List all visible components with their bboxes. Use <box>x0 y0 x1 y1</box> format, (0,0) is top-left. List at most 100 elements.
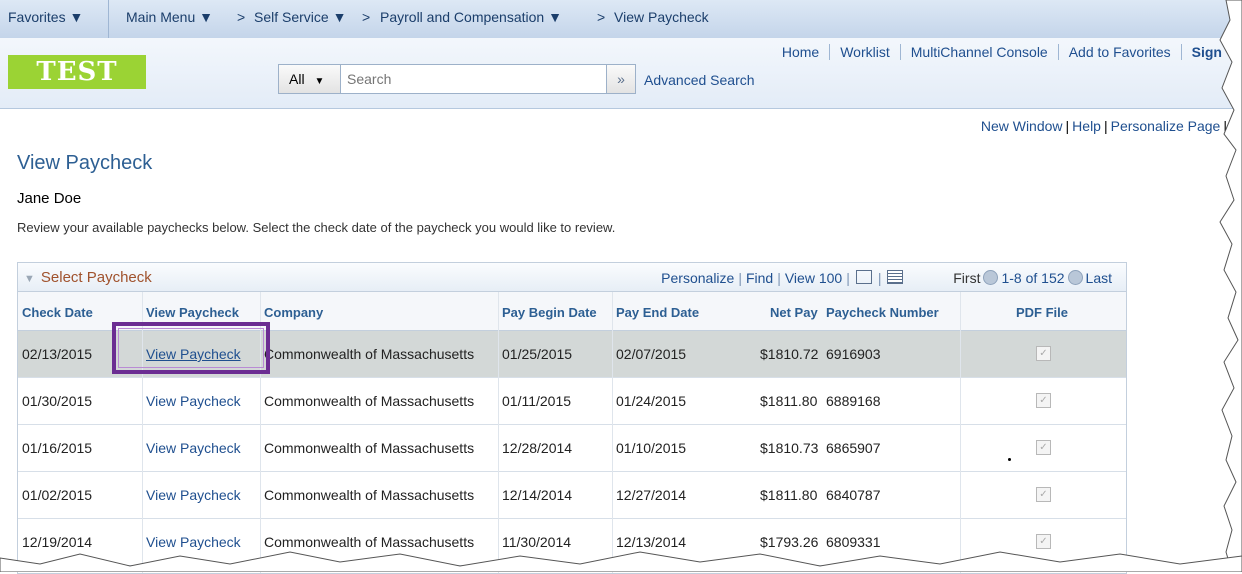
grid-title[interactable]: ▼ Select Paycheck <box>24 269 152 286</box>
col-net-pay[interactable]: Net Pay <box>770 305 818 320</box>
paycheck-number: 6916903 <box>826 346 881 362</box>
pdf-checkbox: ✓ <box>1036 487 1051 502</box>
col-company[interactable]: Company <box>264 305 323 320</box>
last-link[interactable]: Last <box>1086 270 1112 286</box>
search-scope-select[interactable]: All ▼ <box>279 65 341 93</box>
pay-begin-date: 01/25/2015 <box>502 346 573 362</box>
view-paycheck-link[interactable]: View Paycheck <box>146 487 241 503</box>
divider: | <box>846 270 850 286</box>
advanced-search-link[interactable]: Advanced Search <box>644 72 755 88</box>
search-go-button[interactable]: » <box>606 65 635 93</box>
col-pay-end[interactable]: Pay End Date <box>616 305 699 320</box>
col-pdf-file[interactable]: PDF File <box>1016 305 1068 320</box>
search-box: All ▼ » <box>278 64 636 94</box>
grid-find-link[interactable]: Find <box>746 270 773 286</box>
chevron-down-icon: ▼ <box>332 9 347 25</box>
search-input[interactable] <box>345 68 603 90</box>
highlight-annotation <box>112 322 270 374</box>
favorites-menu[interactable]: Favorites ▼ <box>8 9 83 25</box>
page-title: View Paycheck <box>17 152 153 174</box>
pay-begin-date: 01/11/2015 <box>502 393 572 409</box>
grid-personalize-link[interactable]: Personalize <box>661 270 734 286</box>
grid-view100-link[interactable]: View 100 <box>785 270 842 286</box>
breadcrumb-current: View Paycheck <box>614 9 709 25</box>
check-date: 01/02/2015 <box>22 487 93 503</box>
instructions-text: Review your available paychecks below. S… <box>17 220 616 235</box>
pdf-checkbox: ✓ <box>1036 393 1051 408</box>
previous-icon[interactable] <box>983 270 999 285</box>
check-date: 01/16/2015 <box>22 440 93 456</box>
pay-end-date: 12/27/2014 <box>616 487 687 503</box>
net-pay: $1811.80 <box>760 487 818 503</box>
view-paycheck-link[interactable]: View Paycheck <box>146 393 241 409</box>
header-links: Home Worklist MultiChannel Console Add to F… <box>771 44 1232 60</box>
add-favorites-link[interactable]: Add to Favorites <box>1058 44 1182 60</box>
net-pay: $1810.72 <box>760 346 819 362</box>
breadcrumb-payroll[interactable]: Payroll and Compensation ▼ <box>380 9 562 25</box>
paycheck-grid: ▼ Select Paycheck Personalize | Find | View 1… <box>17 262 1127 574</box>
company: Commonwealth of Massachusetts <box>264 487 475 503</box>
new-window-link[interactable]: New Window <box>981 118 1063 134</box>
pdf-checkbox: ✓ <box>1036 440 1051 455</box>
divider: | <box>777 270 781 286</box>
column-divider <box>960 292 961 573</box>
divider: | <box>1065 118 1070 134</box>
first-label: First <box>953 270 981 286</box>
breadcrumb-bar: Favorites ▼ Main Menu ▼ > Self Service ▼… <box>0 0 1242 39</box>
col-view-paycheck[interactable]: View Paycheck <box>146 305 239 320</box>
pay-end-date: 02/07/2015 <box>616 346 687 362</box>
next-icon[interactable] <box>1067 270 1083 285</box>
paycheck-number: 6840787 <box>826 487 881 503</box>
chevron-down-icon: ▼ <box>199 9 214 25</box>
torn-edge-bottom <box>0 551 1242 572</box>
multichannel-link[interactable]: MultiChannel Console <box>900 44 1059 60</box>
collapse-triangle-icon: ▼ <box>24 273 35 285</box>
home-link[interactable]: Home <box>771 44 831 60</box>
page-links: New Window | Help | Personalize Page | <box>981 118 1230 134</box>
torn-edge-right <box>1219 0 1242 572</box>
paycheck-number: 6889168 <box>826 393 881 409</box>
col-paycheck-number[interactable]: Paycheck Number <box>826 305 939 320</box>
paycheck-number: 6865907 <box>826 440 881 456</box>
divider: | <box>877 270 882 286</box>
pay-begin-date: 12/28/2014 <box>502 440 573 456</box>
company: Commonwealth of Massachusetts <box>264 393 475 409</box>
column-divider <box>612 292 613 573</box>
double-chevron-right-icon: » <box>617 71 625 87</box>
pay-end-date: 01/24/2015 <box>616 393 687 409</box>
breadcrumb-separator: > <box>597 9 606 25</box>
stray-dot <box>1008 458 1011 461</box>
header: TEST Home Worklist MultiChannel Console Add… <box>0 38 1242 109</box>
main-menu[interactable]: Main Menu ▼ <box>126 9 213 25</box>
net-pay: $1811.80 <box>760 393 818 409</box>
divider: | <box>1103 118 1108 134</box>
divider: | <box>738 270 742 286</box>
new-window-grid-icon[interactable] <box>855 270 872 284</box>
pay-begin-date: 12/14/2014 <box>502 487 573 503</box>
net-pay: $1810.73 <box>760 440 819 456</box>
worklist-link[interactable]: Worklist <box>830 44 901 60</box>
chevron-down-icon: ▼ <box>548 9 562 25</box>
pay-end-date: 01/10/2015 <box>616 440 687 456</box>
check-date: 02/13/2015 <box>22 346 93 362</box>
column-divider <box>498 292 499 573</box>
col-check-date[interactable]: Check Date <box>22 305 93 320</box>
logo: TEST <box>8 55 146 89</box>
check-date: 01/30/2015 <box>22 393 93 409</box>
company: Commonwealth of Massachusetts <box>264 440 475 456</box>
breadcrumb-separator: > <box>237 9 246 25</box>
breadcrumb-self-service[interactable]: Self Service ▼ <box>254 9 346 25</box>
grid-header: ▼ Select Paycheck Personalize | Find | View 1… <box>18 263 1126 292</box>
grid-toolbar: Personalize | Find | View 100 | | First 1-8 of … <box>661 270 1112 286</box>
personalize-page-link[interactable]: Personalize Page <box>1111 118 1221 134</box>
row-range: 1-8 of 152 <box>1001 270 1065 286</box>
col-pay-begin[interactable]: Pay Begin Date <box>502 305 597 320</box>
download-spreadsheet-icon[interactable] <box>887 270 904 284</box>
chevron-down-icon: ▼ <box>69 9 84 25</box>
breadcrumb-separator: > <box>362 9 371 25</box>
employee-name: Jane Doe <box>17 190 82 207</box>
view-paycheck-link[interactable]: View Paycheck <box>146 440 241 456</box>
pdf-checkbox: ✓ <box>1036 346 1051 361</box>
chevron-down-icon: ▼ <box>314 76 325 87</box>
help-link[interactable]: Help <box>1072 118 1101 134</box>
